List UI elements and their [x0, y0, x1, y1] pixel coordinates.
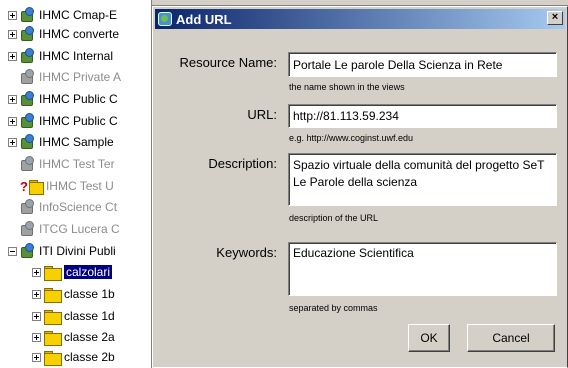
- package-icon: [20, 199, 36, 215]
- resource-tree[interactable]: IHMC Cmap-E IHMC converte IHMC Internal …: [0, 0, 152, 368]
- tree-item[interactable]: IHMC Public C: [8, 88, 118, 110]
- tree-item[interactable]: IHMC converte: [8, 23, 119, 45]
- tree-child-item[interactable]: classe 2a: [32, 326, 115, 348]
- tree-item[interactable]: IHMC Private A: [8, 66, 121, 88]
- package-icon: [20, 48, 36, 64]
- tree-item[interactable]: IHMC Internal: [8, 45, 113, 67]
- expand-icon[interactable]: [32, 267, 41, 277]
- tree-item[interactable]: InfoScience Ct: [8, 196, 117, 218]
- url-input[interactable]: [288, 104, 557, 128]
- expand-icon[interactable]: [32, 352, 41, 362]
- tree-child-item[interactable]: classe 2b: [32, 346, 115, 368]
- package-icon: [20, 69, 36, 85]
- tree-child-label: classe 2b: [64, 350, 115, 364]
- expand-icon[interactable]: [32, 289, 41, 299]
- tree-item[interactable]: IHMC Sample: [8, 131, 114, 153]
- keywords-label: Keywords:: [216, 245, 277, 260]
- expand-icon[interactable]: [32, 311, 41, 321]
- dialog-title: Add URL: [176, 11, 232, 27]
- tree-child-label: classe 2a: [64, 330, 115, 344]
- expand-icon[interactable]: [8, 51, 17, 61]
- tree-item[interactable]: IHMC Public C: [8, 110, 118, 132]
- keywords-textarea[interactable]: Educazione Scientifica: [288, 242, 557, 296]
- package-icon: [20, 26, 36, 42]
- tree-child-item[interactable]: classe 1b: [32, 283, 115, 305]
- tree-item-label: IHMC Private A: [39, 70, 122, 84]
- add-url-dialog: Add URL × Resource Name: the name shown …: [152, 6, 568, 368]
- description-label: Description:: [208, 156, 277, 171]
- expand-icon[interactable]: [8, 29, 17, 39]
- close-button[interactable]: ×: [547, 11, 563, 25]
- folder-icon: [44, 330, 62, 346]
- expand-icon[interactable]: [8, 10, 17, 20]
- folder-icon: [44, 265, 62, 281]
- dialog-titlebar[interactable]: Add URL ×: [155, 9, 565, 29]
- tree-item-label: IHMC Cmap-E: [39, 8, 118, 22]
- tree-item[interactable]: IHMC Test Ter: [8, 153, 115, 175]
- tree-item-label: IHMC converte: [39, 27, 120, 41]
- cancel-button[interactable]: Cancel: [467, 324, 555, 352]
- url-hint: e.g. http://www.coginst.uwf.edu: [289, 133, 414, 143]
- resource-name-input[interactable]: [288, 52, 557, 77]
- tree-item[interactable]: ITCG Lucera C: [8, 218, 120, 240]
- folder-icon: [44, 350, 62, 366]
- resource-name-hint: the name shown in the views: [289, 82, 405, 92]
- ok-button[interactable]: OK: [408, 324, 450, 352]
- description-textarea[interactable]: Spazio virtuale della comunità del proge…: [288, 153, 557, 206]
- collapse-icon[interactable]: [8, 246, 17, 256]
- tree-item-label: ITI Divini Publi: [39, 244, 116, 258]
- tree-item[interactable]: ITI Divini Publi: [8, 240, 116, 262]
- folder-icon: [28, 179, 44, 195]
- folder-icon: [44, 287, 62, 303]
- tree-item-label: IHMC Public C: [39, 114, 118, 128]
- tree-child-label: classe 1d: [64, 309, 115, 323]
- resource-name-label: Resource Name:: [179, 55, 277, 70]
- expand-icon[interactable]: [32, 332, 41, 342]
- tree-item[interactable]: ? IHMC Test U: [20, 175, 114, 197]
- tree-child-label: classe 1b: [64, 287, 115, 301]
- package-icon: [20, 221, 36, 237]
- description-hint: description of the URL: [289, 213, 379, 223]
- tree-item-label: ITCG Lucera C: [39, 222, 120, 236]
- package-icon: [20, 113, 36, 129]
- tree-item-label: IHMC Test U: [45, 179, 114, 193]
- tree-child-label: calzolari: [64, 265, 113, 279]
- expand-icon[interactable]: [8, 137, 17, 147]
- unknown-status-icon: ?: [20, 178, 28, 194]
- url-label: URL:: [247, 107, 277, 122]
- package-icon: [20, 156, 36, 172]
- tree-item-label: InfoScience Ct: [39, 200, 118, 214]
- tree-child-item[interactable]: classe 1d: [32, 305, 115, 327]
- expand-icon[interactable]: [8, 94, 17, 104]
- tree-item-label: IHMC Test Ter: [39, 157, 115, 171]
- tree-item-label: IHMC Internal: [39, 49, 114, 63]
- folder-icon: [44, 309, 62, 325]
- cmap-globe-icon: [158, 12, 172, 26]
- tree-child-item[interactable]: calzolari: [32, 261, 113, 283]
- package-icon: [20, 91, 36, 107]
- keywords-hint: separated by commas: [289, 303, 378, 313]
- package-icon: [20, 243, 36, 259]
- package-icon: [20, 134, 36, 150]
- package-icon: [20, 7, 36, 23]
- expand-icon[interactable]: [8, 116, 17, 126]
- tree-item-label: IHMC Sample: [39, 135, 114, 149]
- tree-item-label: IHMC Public C: [39, 92, 118, 106]
